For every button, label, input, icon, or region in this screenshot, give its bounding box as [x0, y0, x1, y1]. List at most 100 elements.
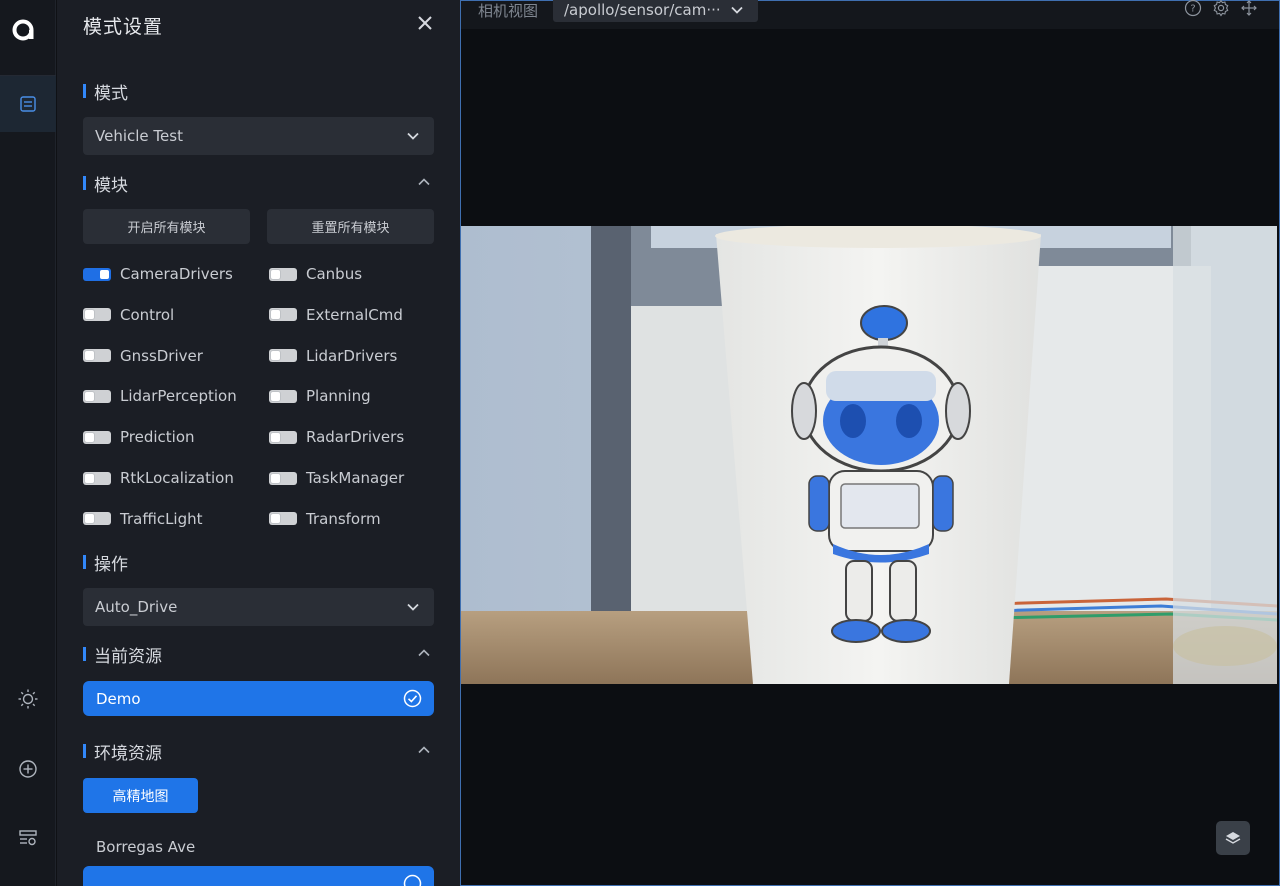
operation-select[interactable]: Auto_Drive [83, 588, 434, 626]
mode-section-title: 模式 [94, 83, 128, 104]
module-toggle-rtklocalization[interactable]: RtkLocalization [83, 467, 234, 489]
module-label: RtkLocalization [120, 469, 234, 487]
chevron-up-icon[interactable] [417, 175, 431, 189]
toggle-switch[interactable] [269, 349, 297, 363]
operation-select-value: Auto_Drive [95, 598, 178, 616]
chevron-down-icon [731, 6, 743, 14]
toggle-switch[interactable] [83, 267, 111, 281]
toggle-knob [271, 269, 280, 279]
nav-rail [0, 0, 56, 886]
module-label: CameraDrivers [120, 265, 233, 283]
toggle-switch[interactable] [83, 512, 111, 526]
module-toggle-lidardrivers[interactable]: LidarDrivers [269, 345, 397, 367]
camera-view-panel: 相机视图 /apollo/sensor/cam··· ? [460, 0, 1280, 886]
camera-channel-select[interactable]: /apollo/sensor/cam··· [553, 0, 758, 22]
apollo-logo-icon[interactable] [11, 18, 35, 42]
toggle-knob [271, 473, 280, 483]
env-resource-selected-item[interactable] [83, 866, 434, 886]
toggle-knob [271, 351, 280, 361]
module-toggle-transform[interactable]: Transform [269, 508, 381, 530]
sun-icon [18, 689, 38, 709]
env-resource-item[interactable]: Borregas Ave [96, 838, 195, 856]
module-toggle-trafficlight[interactable]: TrafficLight [83, 508, 203, 530]
camera-frame-image [461, 226, 1277, 684]
chevron-up-icon[interactable] [417, 743, 431, 757]
reset-all-modules-button[interactable]: 重置所有模块 [267, 209, 434, 244]
svg-text:?: ? [1190, 4, 1195, 15]
module-label: Transform [306, 509, 381, 528]
toggle-switch[interactable] [269, 430, 297, 444]
toggle-switch[interactable] [269, 471, 297, 485]
mode-settings-panel: 模式设置 模式 Vehicle Test 模块 开启所有模块 重置所有模块 Ca… [57, 0, 460, 886]
chevron-up-icon[interactable] [417, 646, 431, 660]
resource-manager-icon [19, 830, 37, 846]
module-label: Prediction [120, 428, 195, 447]
chevron-down-icon [407, 132, 419, 140]
toggle-switch[interactable] [269, 308, 297, 322]
toggle-knob [100, 269, 109, 279]
current-resource-section-title: 当前资源 [94, 646, 162, 667]
module-label: Control [120, 305, 175, 324]
module-toggle-radardrivers[interactable]: RadarDrivers [269, 426, 404, 448]
modules-section-header: 模块 [83, 172, 128, 196]
move-icon[interactable] [1240, 0, 1258, 17]
env-resource-section-header: 环境资源 [83, 740, 162, 764]
hd-map-tab[interactable]: 高精地图 [83, 778, 198, 813]
module-label: Planning [306, 387, 371, 406]
close-icon[interactable] [414, 12, 436, 34]
module-toggle-control[interactable]: Control [83, 304, 174, 326]
module-toggle-canbus[interactable]: Canbus [269, 263, 362, 285]
toggle-knob [85, 310, 94, 320]
chevron-down-icon [407, 603, 419, 611]
toggle-knob [85, 432, 94, 442]
mode-section-header: 模式 [83, 80, 128, 104]
operation-section-title: 操作 [94, 554, 128, 575]
section-accent-bar [83, 176, 86, 190]
toggle-switch[interactable] [269, 389, 297, 403]
operation-section-header: 操作 [83, 551, 128, 575]
toggle-switch[interactable] [269, 267, 297, 281]
help-icon[interactable]: ? [1184, 0, 1202, 17]
check-circle-icon [403, 689, 422, 708]
add-nav-button[interactable] [0, 741, 56, 797]
toggle-knob [85, 351, 94, 361]
toggle-knob [271, 432, 280, 442]
toggle-switch[interactable] [83, 471, 111, 485]
current-resource-item[interactable]: Demo [83, 681, 434, 716]
module-label: RadarDrivers [306, 428, 405, 447]
module-toggle-externalcmd[interactable]: ExternalCmd [269, 304, 403, 326]
module-label: ExternalCmd [306, 305, 403, 324]
module-toggle-prediction[interactable]: Prediction [83, 426, 195, 448]
modules-section-title: 模块 [94, 175, 128, 196]
mode-select[interactable]: Vehicle Test [83, 117, 434, 155]
check-circle-icon [403, 874, 422, 886]
layers-icon [1225, 832, 1241, 844]
theme-nav-button[interactable] [0, 671, 56, 727]
module-label: LidarDrivers [306, 346, 398, 365]
toggle-knob [85, 473, 94, 483]
layers-button[interactable] [1216, 821, 1250, 855]
mode-settings-nav-button[interactable] [0, 76, 56, 132]
toggle-switch[interactable] [83, 308, 111, 322]
toggle-switch[interactable] [83, 349, 111, 363]
module-label: TaskManager [306, 469, 405, 487]
toggle-knob [271, 391, 280, 401]
module-label: LidarPerception [120, 387, 237, 406]
toggle-knob [271, 514, 280, 524]
module-toggle-lidarperception[interactable]: LidarPerception [83, 385, 237, 407]
toggle-switch[interactable] [83, 430, 111, 444]
resource-manager-nav-button[interactable] [0, 810, 56, 866]
module-toggle-planning[interactable]: Planning [269, 385, 371, 407]
camera-view-title: 相机视图 [478, 2, 539, 20]
toggle-switch[interactable] [269, 512, 297, 526]
section-accent-bar [83, 647, 86, 661]
toggle-switch[interactable] [83, 389, 111, 403]
settings-icon[interactable] [1212, 0, 1230, 17]
enable-all-modules-button[interactable]: 开启所有模块 [83, 209, 250, 244]
mode-select-value: Vehicle Test [95, 127, 183, 145]
current-resource-section-header: 当前资源 [83, 643, 162, 667]
toggle-knob [271, 310, 280, 320]
module-toggle-taskmanager[interactable]: TaskManager [269, 467, 404, 489]
module-toggle-gnssdriver[interactable]: GnssDriver [83, 345, 203, 367]
module-toggle-cameradrivers[interactable]: CameraDrivers [83, 263, 233, 285]
